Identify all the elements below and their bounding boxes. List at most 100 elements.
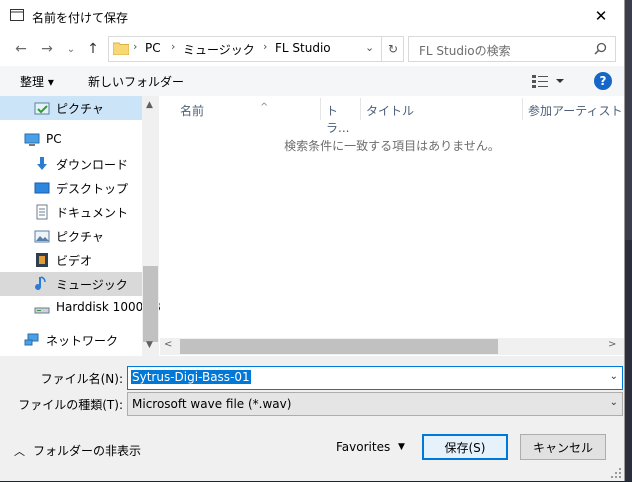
column-header-artist[interactable]: 参加アーティスト (528, 96, 624, 122)
nav-item-label: ピクチャ (56, 102, 104, 116)
download-icon (34, 156, 50, 172)
address-dropdown-icon[interactable]: ⌄ (365, 41, 374, 54)
address-bar[interactable]: › PC › ミュージック › FL Studio ⌄ ↻ (108, 36, 404, 62)
filename-label: ファイル名(N): (40, 372, 123, 386)
cancel-button[interactable]: キャンセル (520, 434, 606, 460)
nav-item-label: ドキュメント (56, 206, 129, 220)
recent-locations-button[interactable]: ⌄ (62, 40, 80, 58)
chevron-down-icon: ⌄ (66, 43, 76, 55)
refresh-icon: ↻ (387, 42, 399, 56)
filetype-value: Microsoft wave file (*.wav) (132, 397, 292, 411)
nav-item-label: PC (46, 132, 62, 146)
file-list: ^ 名前 トラ... タイトル 参加アーティスト 検索条件に一致する項目はありま… (160, 96, 624, 356)
organize-button[interactable]: 整理 ▾ (20, 73, 54, 90)
nav-item-network[interactable]: ネットワーク (0, 328, 142, 352)
column-header-name[interactable]: ^ 名前 (178, 96, 320, 122)
forward-button[interactable]: → (38, 40, 56, 58)
nav-item-label: ダウンロード (56, 158, 129, 172)
chevron-down-icon[interactable]: ⌄ (610, 371, 618, 382)
resize-grip-icon[interactable] (610, 467, 622, 479)
nav-item-pc[interactable]: PC (0, 128, 142, 152)
column-header-track[interactable]: トラ... (326, 96, 360, 135)
view-options-icon[interactable] (532, 74, 566, 91)
up-button[interactable]: ↑ (84, 40, 102, 58)
column-header-label: タイトル (366, 104, 415, 118)
nav-item-harddisk[interactable]: Harddisk 1000GB (0, 296, 160, 320)
arrow-right-icon: → (41, 41, 53, 57)
nav-item-downloads[interactable]: ダウンロード (0, 152, 142, 176)
scroll-up-icon[interactable]: ▲ (146, 100, 153, 110)
horizontal-scrollbar-thumb[interactable] (180, 339, 498, 354)
hide-folders-button[interactable]: ︿ フォルダーの非表示 (14, 442, 141, 459)
save-as-dialog: 名前を付けて保存 ✕ ← → ⌄ ↑ › PC › ミュージック › FL St… (0, 0, 625, 481)
filename-input[interactable]: Sytrus-Digi-Bass-01 ⌄ (127, 366, 623, 390)
music-icon (34, 276, 50, 292)
search-input[interactable]: FL Studioの検索 (408, 36, 616, 62)
nav-item-music[interactable]: ミュージック (0, 272, 142, 296)
horizontal-scrollbar[interactable]: < > (160, 338, 624, 355)
pictures-check-icon (34, 100, 50, 116)
close-button[interactable]: ✕ (578, 0, 624, 32)
nav-item-pictures[interactable]: ピクチャ (0, 224, 142, 248)
breadcrumb-music[interactable]: ミュージック (183, 41, 255, 58)
empty-message: 検索条件に一致する項目はありません。 (284, 139, 500, 153)
breadcrumb-chevron-icon: › (133, 40, 138, 53)
nav-item-pictures-quick[interactable]: ピクチャ (0, 96, 142, 120)
command-bar: 整理 ▾ 新しいフォルダー ? (0, 66, 624, 97)
nav-item-desktop[interactable]: デスクトップ (0, 176, 142, 200)
drive-icon (34, 300, 50, 316)
back-button[interactable]: ← (12, 40, 30, 58)
scroll-down-icon[interactable]: ▼ (146, 340, 153, 350)
close-icon: ✕ (594, 7, 608, 25)
scroll-right-icon[interactable]: > (608, 339, 616, 350)
nav-item-documents[interactable]: ドキュメント (0, 200, 142, 224)
breadcrumb-pc[interactable]: PC (145, 41, 161, 55)
filetype-label: ファイルの種類(T): (18, 398, 123, 412)
folder-icon (112, 41, 130, 58)
window-title: 名前を付けて保存 (32, 11, 129, 25)
favorites-dropdown-icon[interactable]: ▼ (398, 442, 405, 452)
scroll-left-icon[interactable]: < (164, 339, 172, 350)
favorites-button[interactable]: Favorites (336, 440, 390, 454)
nav-item-videos[interactable]: ビデオ (0, 248, 142, 272)
filename-value: Sytrus-Digi-Bass-01 (131, 370, 251, 384)
nav-scrollbar[interactable]: ▲ ▼ (142, 96, 159, 356)
column-divider[interactable] (522, 98, 523, 120)
breadcrumb-chevron-icon: › (263, 40, 268, 53)
desktop-icon (34, 180, 50, 196)
arrow-up-icon: ↑ (87, 41, 99, 57)
dialog-folder-icon (10, 9, 24, 21)
pictures-icon (34, 228, 50, 244)
pc-icon (24, 132, 40, 148)
navigation-pane: ピクチャ PC ダウンロード デスクトップ ドキュメント ピクチャ ビデオ ミュ… (0, 96, 161, 356)
chevron-down-icon: ⌄ (609, 397, 618, 408)
nav-item-label: ネットワーク (46, 334, 119, 348)
arrow-left-icon: ← (15, 41, 27, 57)
help-button[interactable]: ? (594, 72, 612, 90)
help-icon: ? (599, 74, 607, 88)
column-divider[interactable] (360, 98, 361, 120)
address-row: ← → ⌄ ↑ › PC › ミュージック › FL Studio ⌄ ↻ FL… (0, 32, 624, 66)
breadcrumb-fl-studio[interactable]: FL Studio (275, 41, 331, 55)
nav-item-label: ミュージック (56, 278, 128, 292)
chevron-up-icon: ︿ (14, 444, 25, 458)
cancel-button-label: キャンセル (532, 440, 593, 455)
column-header-title[interactable]: タイトル (366, 96, 516, 122)
nav-item-label: ビデオ (56, 254, 93, 268)
column-divider[interactable] (320, 98, 321, 120)
search-icon (594, 42, 607, 58)
save-button-label: 保存(S) (444, 440, 486, 455)
save-button[interactable]: 保存(S) (422, 434, 508, 460)
nav-item-label: ピクチャ (56, 230, 104, 244)
save-form: ファイル名(N): Sytrus-Digi-Bass-01 ⌄ ファイルの種類(… (0, 356, 624, 481)
nav-scrollbar-thumb[interactable] (143, 266, 158, 342)
column-header-label: トラ... (326, 104, 350, 135)
column-header-label: 名前 (180, 104, 205, 118)
new-folder-button[interactable]: 新しいフォルダー (88, 73, 184, 90)
hide-folders-label: フォルダーの非表示 (33, 444, 142, 458)
filetype-select[interactable]: Microsoft wave file (*.wav) ⌄ (127, 392, 623, 416)
video-icon (34, 252, 50, 268)
breadcrumb-chevron-icon: › (171, 40, 176, 53)
search-placeholder: FL Studioの検索 (419, 44, 511, 58)
refresh-button[interactable]: ↻ (381, 37, 404, 61)
